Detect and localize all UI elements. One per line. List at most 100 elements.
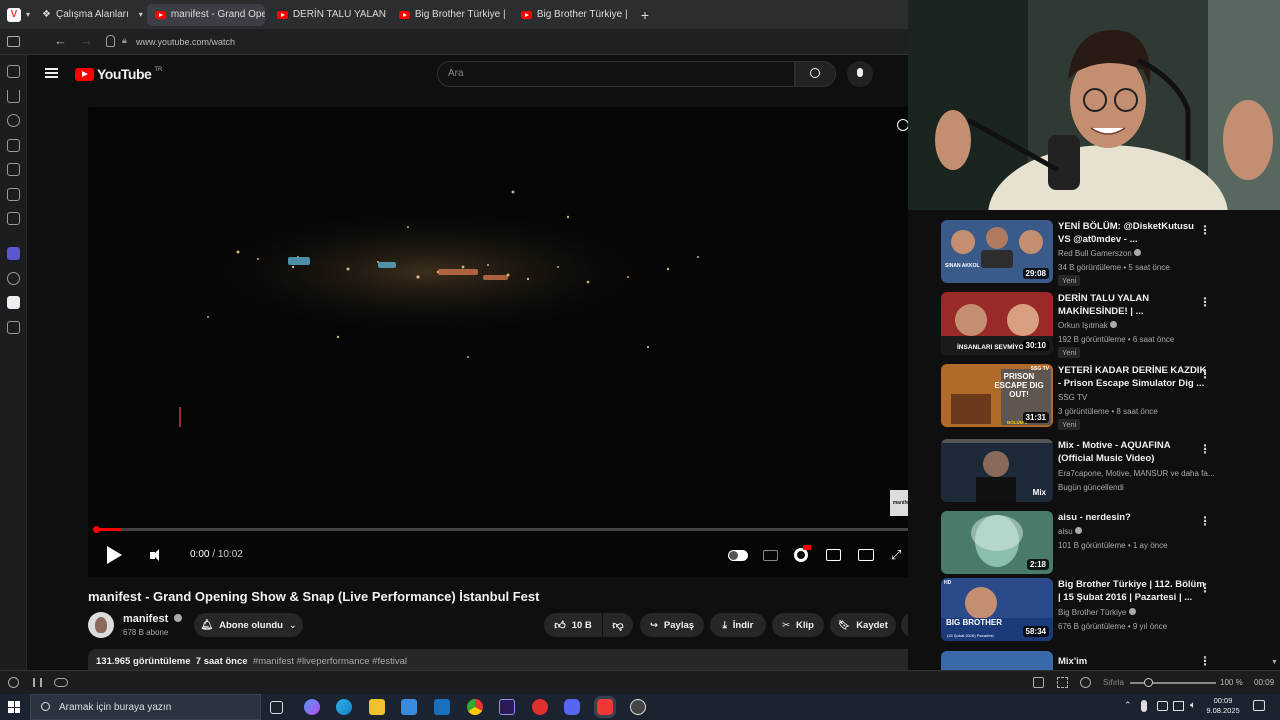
mastodon-icon[interactable]: [7, 247, 20, 260]
more-vertical-icon[interactable]: ⋮: [1199, 514, 1211, 528]
task-view-icon[interactable]: [270, 701, 283, 714]
thumbnail[interactable]: İNSANLARI SEVMİYO 30:10: [941, 292, 1053, 355]
recommendation-item[interactable]: 2:18 aisu - nerdesin? aisu 101 B görüntü…: [941, 511, 1280, 575]
recommendation-item[interactable]: Mix'im ⋮: [941, 651, 1280, 670]
youtube-logo[interactable]: YouTube TR: [75, 66, 162, 82]
scroll-down-icon[interactable]: ▼: [1271, 659, 1278, 666]
more-vertical-icon[interactable]: ⋮: [1199, 654, 1211, 668]
tab-derin-talu[interactable]: DERİN TALU YALAN MAKİN: [269, 4, 387, 26]
thumbnail[interactable]: HD BIG BROTHER (15 Şubat 2016) Pazartesi…: [941, 578, 1053, 641]
cloud-sync-icon[interactable]: [54, 678, 68, 687]
reading-list-icon[interactable]: [7, 188, 20, 201]
system-clock[interactable]: 00:09 9.08.2025: [1203, 696, 1243, 716]
discord-icon[interactable]: [564, 699, 580, 715]
like-button[interactable]: 👍︎ 10 B: [544, 613, 602, 637]
outlook-icon[interactable]: [434, 699, 450, 715]
recommendation-item[interactable]: İNSANLARI SEVMİYO 30:10 DERİN TALU YALAN…: [941, 292, 1280, 358]
capture-icon[interactable]: [1033, 677, 1044, 688]
recommendation-item[interactable]: HD BIG BROTHER (15 Şubat 2016) Pazartesi…: [941, 578, 1280, 642]
zoom-slider[interactable]: [1130, 678, 1216, 687]
obs-icon[interactable]: [630, 699, 646, 715]
workspaces-button[interactable]: ❖ Çalışma Alanları ▾: [42, 9, 143, 20]
search-input[interactable]: Ara: [437, 61, 795, 87]
copilot-icon[interactable]: [304, 699, 320, 715]
autoplay-toggle[interactable]: [728, 550, 748, 561]
back-arrow-icon[interactable]: ←: [54, 33, 67, 48]
play-button[interactable]: [107, 546, 122, 564]
recommendation-channel[interactable]: SSG TV: [1058, 393, 1087, 402]
voice-search-button[interactable]: [847, 61, 873, 87]
microphone-tray-icon[interactable]: [1141, 700, 1147, 712]
recommendation-channel[interactable]: Big Brother Türkiye: [1058, 608, 1136, 617]
tile-tabs-icon[interactable]: [33, 678, 42, 687]
recommendation-channel[interactable]: Orkun Işıtmak: [1058, 321, 1118, 330]
tray-chevron-up-icon[interactable]: ⌃: [1124, 700, 1132, 711]
thumbnail[interactable]: [941, 651, 1053, 670]
recommendation-title[interactable]: Mix'im: [1058, 655, 1208, 668]
more-vertical-icon[interactable]: ⋮: [1199, 223, 1211, 237]
save-button[interactable]: 🔖︎ Kaydet: [830, 613, 896, 637]
premiere-pro-icon[interactable]: [499, 699, 515, 715]
lock-icon[interactable]: 🔒︎: [122, 35, 127, 46]
thumbnail[interactable]: 2:18: [941, 511, 1053, 574]
thumbnail[interactable]: PRISON ESCAPE DIG OUT! SSG TV BÖLÜM 4 31…: [941, 364, 1053, 427]
add-web-panel-icon[interactable]: [7, 321, 20, 334]
tab-big-brother-113[interactable]: Big Brother Türkiye | 113. B: [513, 4, 631, 26]
tiling-icon[interactable]: [1057, 677, 1068, 688]
taskbar-search-input[interactable]: Aramak için buraya yazın: [30, 694, 261, 720]
hashtags[interactable]: #manifest #liveperformance #festival: [253, 656, 407, 667]
fullscreen-icon[interactable]: ⤢: [891, 548, 901, 561]
theater-mode-icon[interactable]: [858, 549, 874, 561]
web-panel-icon[interactable]: [7, 272, 20, 285]
more-vertical-icon[interactable]: ⋮: [1199, 581, 1211, 595]
translate-icon[interactable]: [7, 163, 20, 176]
recommendation-title[interactable]: YETERİ KADAR DERİNE KAZDIK - Prison Esca…: [1058, 364, 1208, 390]
history-icon[interactable]: [7, 114, 20, 127]
recommendation-title[interactable]: aisu - nerdesin?: [1058, 511, 1208, 524]
vivaldi-menu-icon[interactable]: V: [7, 7, 21, 22]
thumbnail[interactable]: SINAN AKKOL 29:08: [941, 220, 1053, 283]
recommendation-channel[interactable]: aisu: [1058, 527, 1082, 536]
search-button[interactable]: [795, 61, 836, 87]
panel-toggle-icon[interactable]: [7, 36, 20, 47]
new-tab-plus-icon[interactable]: +: [641, 7, 649, 23]
notes-icon[interactable]: [7, 139, 20, 152]
recommendation-item[interactable]: Mix Mix - Motive - AQUAFINA (Official Mu…: [941, 439, 1280, 503]
edge-browser-icon[interactable]: [336, 699, 352, 715]
miniplayer-icon[interactable]: [826, 549, 841, 561]
chevron-down-icon[interactable]: ▾: [26, 10, 30, 19]
channel-avatar[interactable]: [88, 612, 114, 638]
recommendation-title[interactable]: YENİ BÖLÜM: @DisketKutusu VS @at0mdev - …: [1058, 220, 1208, 246]
more-vertical-icon[interactable]: ⋮: [1199, 367, 1211, 381]
recommendation-title[interactable]: Big Brother Türkiye | 112. Bölüm | 15 Şu…: [1058, 578, 1208, 604]
more-vertical-icon[interactable]: ⋮: [1199, 295, 1211, 309]
recommendation-title[interactable]: Mix - Motive - AQUAFINA (Official Music …: [1058, 439, 1208, 465]
settings-icon[interactable]: [8, 677, 19, 688]
settings-gear-icon[interactable]: [794, 545, 811, 562]
recommendation-title[interactable]: DERİN TALU YALAN MAKİNESİNDE! | ...: [1058, 292, 1208, 318]
store-icon[interactable]: [401, 699, 417, 715]
dislike-button[interactable]: 👎︎: [603, 613, 633, 637]
vivaldi-icon[interactable]: [597, 699, 613, 715]
opera-icon[interactable]: [532, 699, 548, 715]
notifications-icon[interactable]: [1253, 700, 1265, 711]
volume-button[interactable]: [150, 549, 165, 562]
recommendation-channel[interactable]: Era7capone, Motive, MANSUR ve daha fa...: [1058, 469, 1215, 478]
subtitles-icon[interactable]: [763, 550, 778, 561]
wikipedia-icon[interactable]: [7, 296, 20, 309]
tab-manifest[interactable]: manifest - Grand Opening: [146, 3, 265, 26]
speaker-tray-icon[interactable]: 🔈︎: [1190, 700, 1196, 711]
subscribed-button[interactable]: 🔔︎ Abone olundu ⌄: [194, 613, 303, 637]
tab-big-brother-112[interactable]: Big Brother Türkiye | 112. B: [391, 4, 509, 26]
recommendation-item[interactable]: PRISON ESCAPE DIG OUT! SSG TV BÖLÜM 4 31…: [941, 364, 1280, 430]
network-tray-icon[interactable]: [1173, 701, 1184, 711]
download-button[interactable]: ⤓ İndir: [710, 613, 766, 637]
zoom-slider-handle[interactable]: [1144, 678, 1153, 687]
chrome-icon[interactable]: [467, 699, 483, 715]
share-button[interactable]: ↪ Paylaş: [640, 613, 704, 637]
bookmarks-icon[interactable]: [7, 65, 20, 78]
video-player[interactable]: manifest 0:00 / 10:02 ⤢: [88, 107, 926, 577]
channel-name[interactable]: manifest: [123, 613, 183, 625]
window-panel-icon[interactable]: [7, 212, 20, 225]
page-actions-icon[interactable]: [1080, 677, 1091, 688]
